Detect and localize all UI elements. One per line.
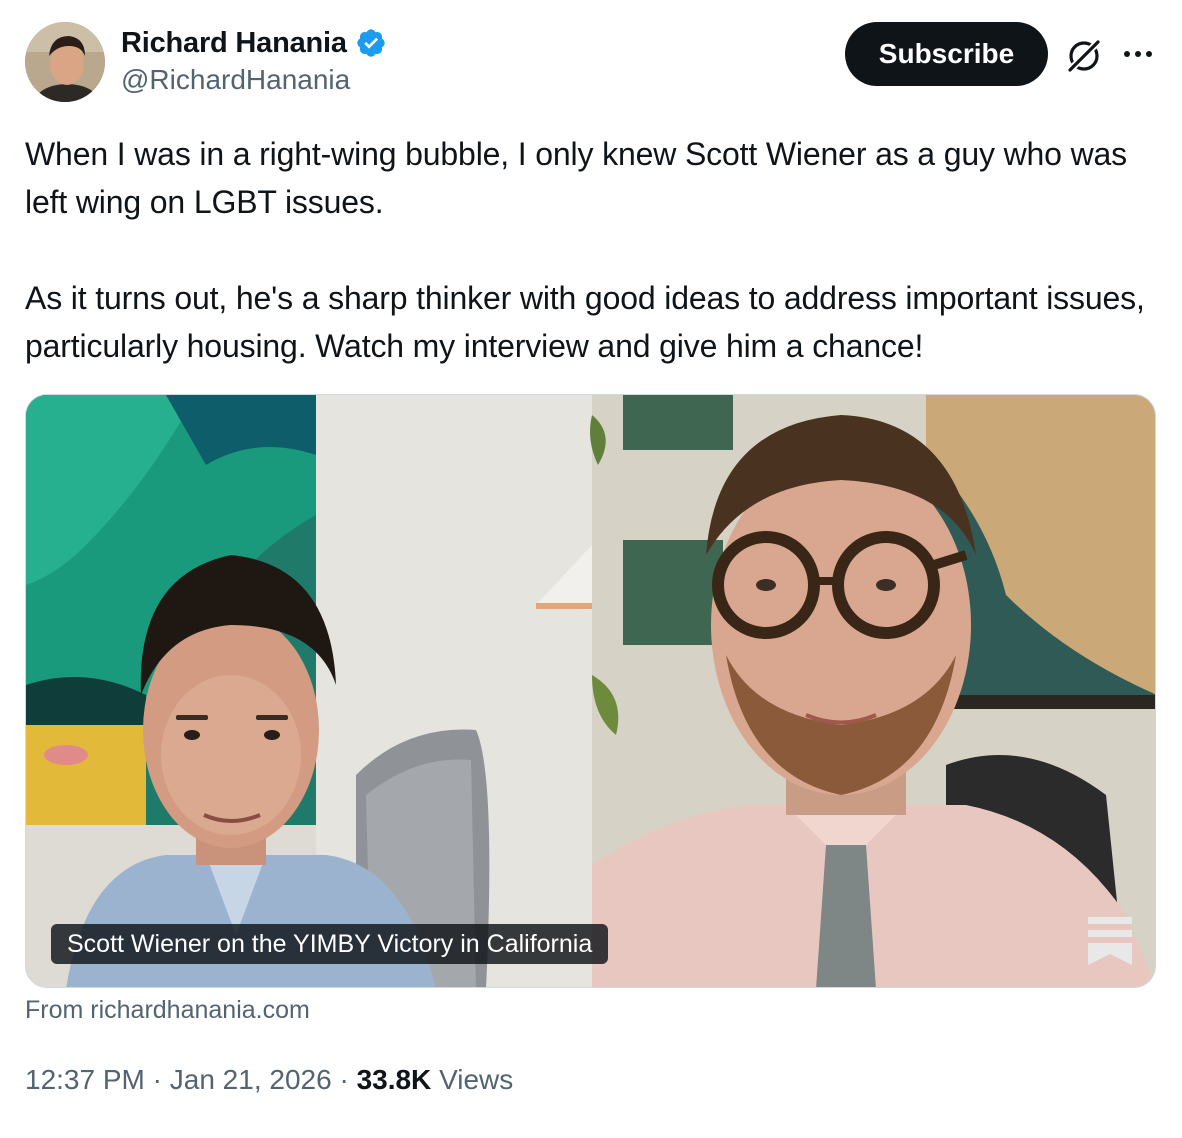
subscribe-button[interactable]: Subscribe	[845, 22, 1048, 86]
author-info: Richard Hanania @RichardHanania	[121, 24, 387, 96]
author-display-name[interactable]: Richard Hanania	[121, 27, 347, 60]
views-count[interactable]: 33.8K	[357, 1064, 432, 1095]
author-avatar[interactable]	[25, 22, 105, 102]
grok-icon[interactable]	[1064, 36, 1104, 76]
tweet-time[interactable]: 12:37 PM	[25, 1064, 145, 1095]
meta-separator: ·	[331, 1064, 357, 1095]
tweet-paragraph-1: When I was in a right-wing bubble, I onl…	[25, 136, 1128, 220]
tweet-paragraph-2: As it turns out, he's a sharp thinker wi…	[25, 280, 1145, 364]
media-caption[interactable]: Scott Wiener on the YIMBY Victory in Cal…	[51, 924, 609, 964]
tweet-meta: 12:37 PM · Jan 21, 2026 · 33.8K Views	[25, 1064, 513, 1096]
tweet-text: When I was in a right-wing bubble, I onl…	[25, 130, 1165, 370]
views-label: Views	[439, 1064, 514, 1095]
video-thumbnail	[26, 395, 1155, 987]
more-options-icon[interactable]	[1120, 40, 1156, 68]
media-card[interactable]: Scott Wiener on the YIMBY Victory in Cal…	[25, 394, 1156, 988]
verified-badge-icon[interactable]	[355, 27, 387, 59]
substack-bookmark-icon	[1088, 917, 1132, 965]
tweet-date[interactable]: Jan 21, 2026	[170, 1064, 332, 1095]
avatar-image	[25, 22, 105, 102]
meta-separator: ·	[144, 1064, 170, 1095]
author-handle[interactable]: @RichardHanania	[121, 64, 387, 96]
media-source-link[interactable]: From richardhanania.com	[25, 996, 310, 1025]
